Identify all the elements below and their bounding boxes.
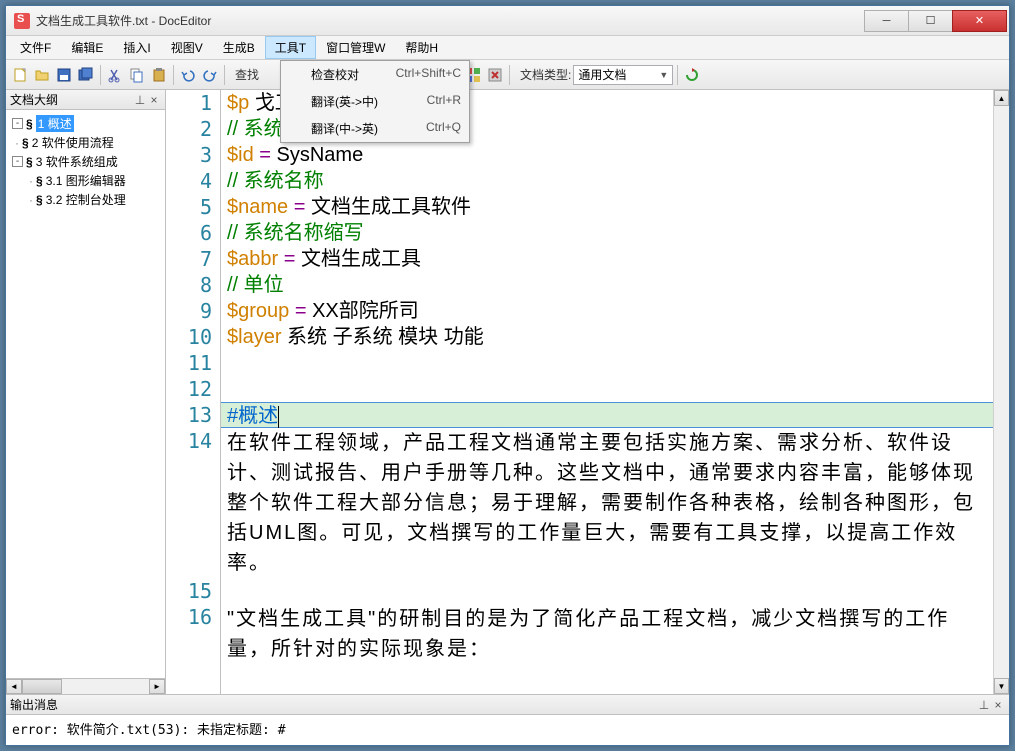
menu-window[interactable]: 窗口管理W <box>316 36 395 59</box>
redo-icon[interactable] <box>200 65 220 85</box>
code-line[interactable] <box>221 578 993 604</box>
outline-hscroll[interactable]: ◄ ► <box>6 678 165 694</box>
menu-build[interactable]: 生成B <box>213 36 265 59</box>
code-line[interactable] <box>221 350 993 376</box>
code-line[interactable]: // 系统名称缩写 <box>221 220 993 246</box>
toolbar-separator <box>173 65 174 85</box>
toolbar-separator <box>224 65 225 85</box>
outline-header: 文档大纲 ⊥ × <box>6 90 165 110</box>
pin-icon[interactable]: ⊥ <box>977 698 991 712</box>
code-line[interactable]: $name = 文档生成工具软件 <box>221 194 993 220</box>
code-line[interactable]: $abbr = 文档生成工具 <box>221 246 993 272</box>
outline-item[interactable]: ·§3.2 控制台处理 <box>8 190 163 209</box>
code-line[interactable]: 在软件工程领域，产品工程文档通常主要包括实施方案、需求分析、软件设计、测试报告、… <box>221 428 993 578</box>
scroll-right-icon[interactable]: ► <box>149 679 165 694</box>
code-line[interactable]: $id = SysName <box>221 142 993 168</box>
code-line[interactable]: $layer 系统 子系统 模块 功能 <box>221 324 993 350</box>
outline-title: 文档大纲 <box>10 91 133 108</box>
outline-panel: 文档大纲 ⊥ × -§1 概述·§2 软件使用流程-§3 软件系统组成·§3.1… <box>6 90 166 694</box>
dropdown-translate-zh-en[interactable]: 翻译(中->英) Ctrl+Q <box>281 115 469 142</box>
code-editor[interactable]: 12345678910111213141516 $p 戈工具软件 $module… <box>166 90 1009 694</box>
outline-item[interactable]: ·§3.1 图形编辑器 <box>8 171 163 190</box>
code-line[interactable]: // 单位 <box>221 272 993 298</box>
copy-icon[interactable] <box>127 65 147 85</box>
menu-help[interactable]: 帮助H <box>395 36 448 59</box>
output-panel: 输出消息 ⊥ × error: 软件简介.txt(53): 未指定标题: # <box>6 694 1009 745</box>
code-line[interactable] <box>221 376 993 402</box>
output-title: 输出消息 <box>10 696 977 713</box>
app-icon <box>14 13 30 29</box>
code-line[interactable]: $group = XX部院所司 <box>221 298 993 324</box>
toolbar-separator <box>100 65 101 85</box>
refresh-icon[interactable] <box>682 65 702 85</box>
menu-file[interactable]: 文件F <box>10 36 61 59</box>
menu-tools[interactable]: 工具T <box>265 36 316 59</box>
editor-vscroll[interactable]: ▲ ▼ <box>993 90 1009 694</box>
menu-insert[interactable]: 插入I <box>113 36 160 59</box>
close-panel-icon[interactable]: × <box>147 93 161 107</box>
undo-icon[interactable] <box>178 65 198 85</box>
outline-item[interactable]: -§1 概述 <box>8 114 163 133</box>
cut-icon[interactable] <box>105 65 125 85</box>
outline-item[interactable]: ·§2 软件使用流程 <box>8 133 163 152</box>
scroll-down-icon[interactable]: ▼ <box>994 678 1009 694</box>
save-icon[interactable] <box>54 65 74 85</box>
pin-icon[interactable]: ⊥ <box>133 93 147 107</box>
main-window: 文档生成工具软件.txt - DocEditor ─ ☐ ✕ 文件F 编辑E 插… <box>5 5 1010 746</box>
doctype-value: 通用文档 <box>578 66 626 83</box>
toolbar-separator <box>677 65 678 85</box>
find-label: 查找 <box>235 66 259 83</box>
dropdown-translate-en-zh[interactable]: 翻译(英->中) Ctrl+R <box>281 88 469 115</box>
save-all-icon[interactable] <box>76 65 96 85</box>
scroll-left-icon[interactable]: ◄ <box>6 679 22 694</box>
chevron-down-icon: ▼ <box>659 70 668 80</box>
minimize-button[interactable]: ─ <box>864 10 909 32</box>
menu-edit[interactable]: 编辑E <box>61 36 113 59</box>
close-panel-icon[interactable]: × <box>991 698 1005 712</box>
maximize-button[interactable]: ☐ <box>908 10 953 32</box>
title-bar[interactable]: 文档生成工具软件.txt - DocEditor ─ ☐ ✕ <box>6 6 1009 36</box>
dropdown-check[interactable]: 检查校对 Ctrl+Shift+C <box>281 61 469 88</box>
output-header: 输出消息 ⊥ × <box>6 695 1009 715</box>
menu-bar: 文件F 编辑E 插入I 视图V 生成B 工具T 窗口管理W 帮助H <box>6 36 1009 60</box>
code-line[interactable]: #概述 <box>221 402 993 428</box>
code-area[interactable]: $p 戈工具软件 $module// 系统ID$id = SysName// 系… <box>221 90 993 694</box>
delete-icon[interactable] <box>485 65 505 85</box>
line-gutter: 12345678910111213141516 <box>166 90 221 694</box>
tools-dropdown: 检查校对 Ctrl+Shift+C 翻译(英->中) Ctrl+R 翻译(中->… <box>280 60 470 143</box>
outline-tree: -§1 概述·§2 软件使用流程-§3 软件系统组成·§3.1 图形编辑器·§3… <box>6 110 165 678</box>
code-line[interactable]: // 系统名称 <box>221 168 993 194</box>
paste-icon[interactable] <box>149 65 169 85</box>
open-file-icon[interactable] <box>32 65 52 85</box>
toolbar-separator <box>509 65 510 85</box>
toolbar: 查找 检查校对 Ctrl+Shift+C 翻译(英->中) Ctrl+R 翻译(… <box>6 60 1009 90</box>
menu-view[interactable]: 视图V <box>161 36 213 59</box>
code-line[interactable]: "文档生成工具"的研制目的是为了简化产品工程文档，减少文档撰写的工作量，所针对的… <box>221 604 993 664</box>
scroll-up-icon[interactable]: ▲ <box>994 90 1009 106</box>
output-message: error: 软件简介.txt(53): 未指定标题: # <box>6 715 1009 745</box>
outline-item[interactable]: -§3 软件系统组成 <box>8 152 163 171</box>
new-file-icon[interactable] <box>10 65 30 85</box>
scroll-thumb[interactable] <box>22 679 62 694</box>
window-title: 文档生成工具软件.txt - DocEditor <box>36 12 865 29</box>
doctype-label: 文档类型: <box>520 66 571 83</box>
close-button[interactable]: ✕ <box>952 10 1007 32</box>
doctype-combo[interactable]: 通用文档 ▼ <box>573 65 673 85</box>
